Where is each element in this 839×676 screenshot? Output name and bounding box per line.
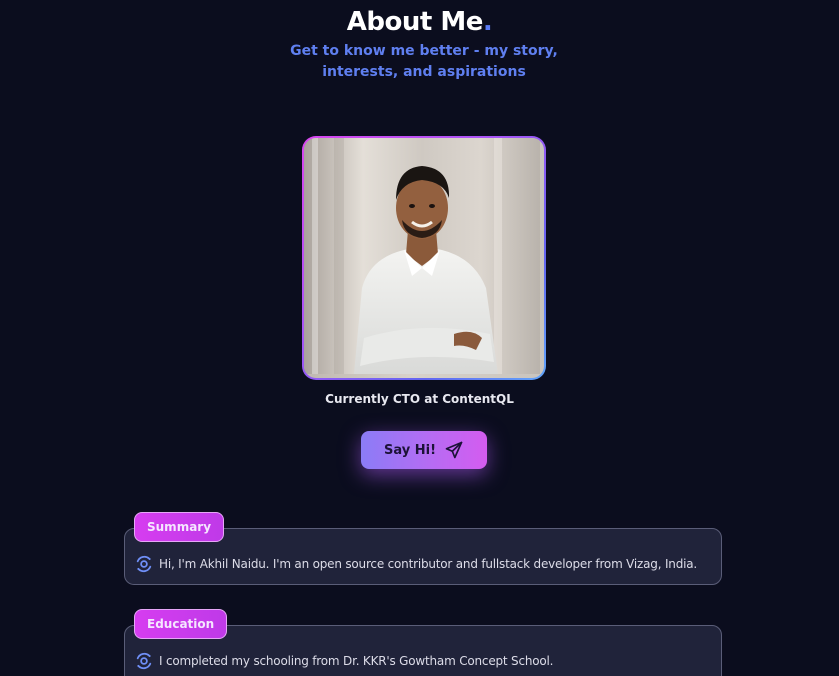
summary-tag: Summary xyxy=(134,512,225,542)
profile-photo xyxy=(304,138,544,378)
say-hi-button[interactable]: Say Hi! xyxy=(361,431,487,469)
profile-photo-frame xyxy=(302,136,546,380)
profile-caption: Currently CTO at ContentQL xyxy=(325,392,514,406)
orbit-icon xyxy=(136,652,152,670)
summary-text: Hi, I'm Akhil Naidu. I'm an open source … xyxy=(159,557,698,571)
page-title-text: About Me xyxy=(346,7,484,37)
profile-photo-illustration xyxy=(304,138,540,374)
say-hi-label: Say Hi! xyxy=(384,442,436,458)
summary-row: Hi, I'm Akhil Naidu. I'm an open source … xyxy=(135,555,697,573)
page-subtitle: Get to know me better - my story, intere… xyxy=(290,43,558,80)
education-text: I completed my schooling from Dr. KKR's … xyxy=(159,654,554,668)
education-row: I completed my schooling from Dr. KKR's … xyxy=(135,652,553,670)
send-icon xyxy=(445,441,463,459)
orbit-icon xyxy=(136,555,152,573)
page-title: About Me. xyxy=(0,4,839,40)
page-title-dot: . xyxy=(482,7,493,37)
about-page: About Me. Get to know me better - my sto… xyxy=(0,0,839,676)
education-tag: Education xyxy=(134,609,228,639)
